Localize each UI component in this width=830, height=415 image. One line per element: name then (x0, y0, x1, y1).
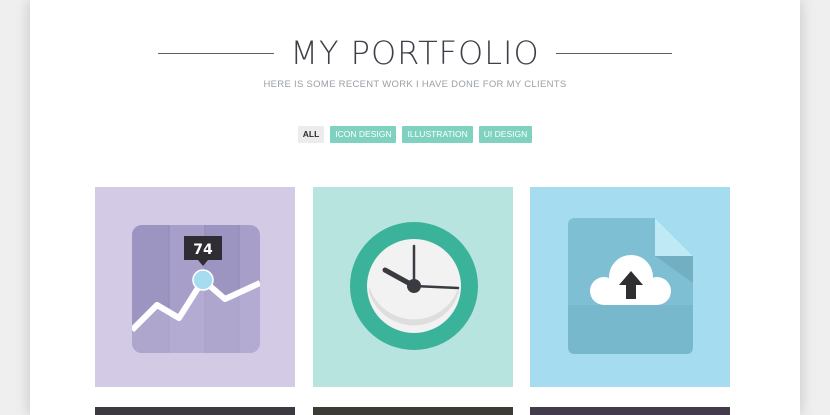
portfolio-item-clock[interactable] (313, 187, 513, 387)
page-title: MY PORTFOLIO (290, 34, 540, 72)
filter-ui-design-button[interactable]: UI DESIGN (478, 126, 533, 143)
portfolio-item-cloud-upload[interactable] (530, 187, 730, 387)
value-tooltip-label: 74 (193, 242, 213, 258)
filter-icon-design-button[interactable]: ICON DESIGN (330, 126, 397, 143)
portfolio-item-next-1[interactable] (95, 407, 295, 415)
portfolio-page: MY PORTFOLIO HERE IS SOME RECENT WORK I … (30, 0, 800, 415)
chart-point-marker (192, 269, 214, 291)
line-chart-icon: 74 (132, 225, 260, 353)
portfolio-header: MY PORTFOLIO (30, 32, 800, 76)
portfolio-item-next-2[interactable] (313, 407, 513, 415)
portfolio-item-next-3[interactable] (530, 407, 730, 415)
page-subtitle: HERE IS SOME RECENT WORK I HAVE DONE FOR… (263, 79, 567, 90)
clock-icon (350, 222, 478, 350)
filter-all-button[interactable]: ALL (297, 126, 325, 143)
title-rule-right (556, 53, 672, 54)
cloud-upload-file-icon (568, 218, 693, 354)
filter-bar: ALL ICON DESIGN ILLUSTRATION UI DESIGN (30, 126, 800, 143)
filter-illustration-button[interactable]: ILLUSTRATION (402, 126, 473, 143)
portfolio-item-chart[interactable]: 74 (95, 187, 295, 387)
